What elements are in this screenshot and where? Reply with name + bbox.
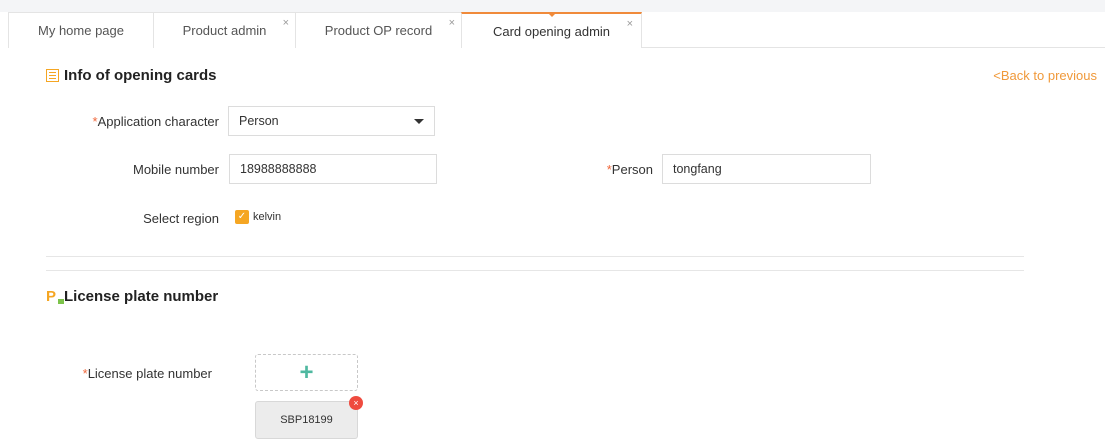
tab-label: Product admin: [182, 23, 267, 38]
plate-section-title: P License plate number: [46, 288, 218, 305]
application-character-label: *Application character: [40, 114, 219, 129]
add-plate-button[interactable]: +: [255, 354, 358, 391]
region-checkbox-kelvin[interactable]: ✓ kelvin: [235, 210, 281, 224]
person-value: tongfang: [673, 162, 722, 176]
back-to-previous-link[interactable]: <Back to previous: [993, 68, 1097, 83]
application-character-value: Person: [239, 114, 279, 128]
close-icon[interactable]: ×: [283, 18, 289, 29]
tab-my-home-page[interactable]: My home page: [8, 12, 154, 48]
tab-bar: My home page Product admin × Product OP …: [8, 12, 1105, 48]
person-label-text: Person: [611, 162, 653, 177]
top-bar: [0, 0, 1105, 12]
plus-icon: +: [299, 358, 314, 386]
tab-product-op-record[interactable]: Product OP record ×: [295, 12, 462, 48]
mobile-number-value: 18988888888: [240, 162, 317, 176]
close-icon[interactable]: ×: [627, 19, 633, 30]
tab-card-opening-admin[interactable]: Card opening admin ×: [461, 12, 642, 48]
close-icon[interactable]: ×: [449, 18, 455, 29]
tab-product-admin[interactable]: Product admin ×: [153, 12, 296, 48]
divider: [46, 256, 1024, 257]
mobile-number-input[interactable]: 18988888888: [229, 154, 437, 184]
tab-label: Card opening admin: [492, 23, 611, 39]
remove-icon[interactable]: ×: [349, 396, 363, 410]
divider: [46, 270, 1024, 271]
info-section-title-text: Info of opening cards: [64, 67, 217, 84]
list-icon: [46, 69, 59, 82]
mobile-number-label: Mobile number: [133, 162, 219, 177]
parking-icon: P: [46, 289, 64, 304]
tab-label: My home page: [38, 23, 124, 38]
person-label: *Person: [560, 162, 653, 177]
license-plate-label: *License plate number: [40, 366, 212, 381]
license-plate-label-text: License plate number: [87, 366, 212, 381]
person-input[interactable]: tongfang: [662, 154, 871, 184]
info-section-title: Info of opening cards: [46, 67, 217, 84]
tab-label: Product OP record: [324, 23, 433, 38]
plate-section-title-text: License plate number: [64, 288, 219, 305]
application-character-label-text: Application character: [97, 114, 219, 129]
region-option-label: kelvin: [253, 211, 282, 223]
checkmark-icon[interactable]: ✓: [235, 210, 249, 224]
chevron-down-icon: [414, 119, 424, 124]
select-region-label: Select region: [143, 211, 219, 226]
plate-number: SBP18199: [280, 414, 333, 426]
plate-chip: SBP18199 ×: [255, 396, 363, 439]
active-tab-indicator: [546, 12, 557, 17]
application-character-select[interactable]: Person: [228, 106, 435, 136]
